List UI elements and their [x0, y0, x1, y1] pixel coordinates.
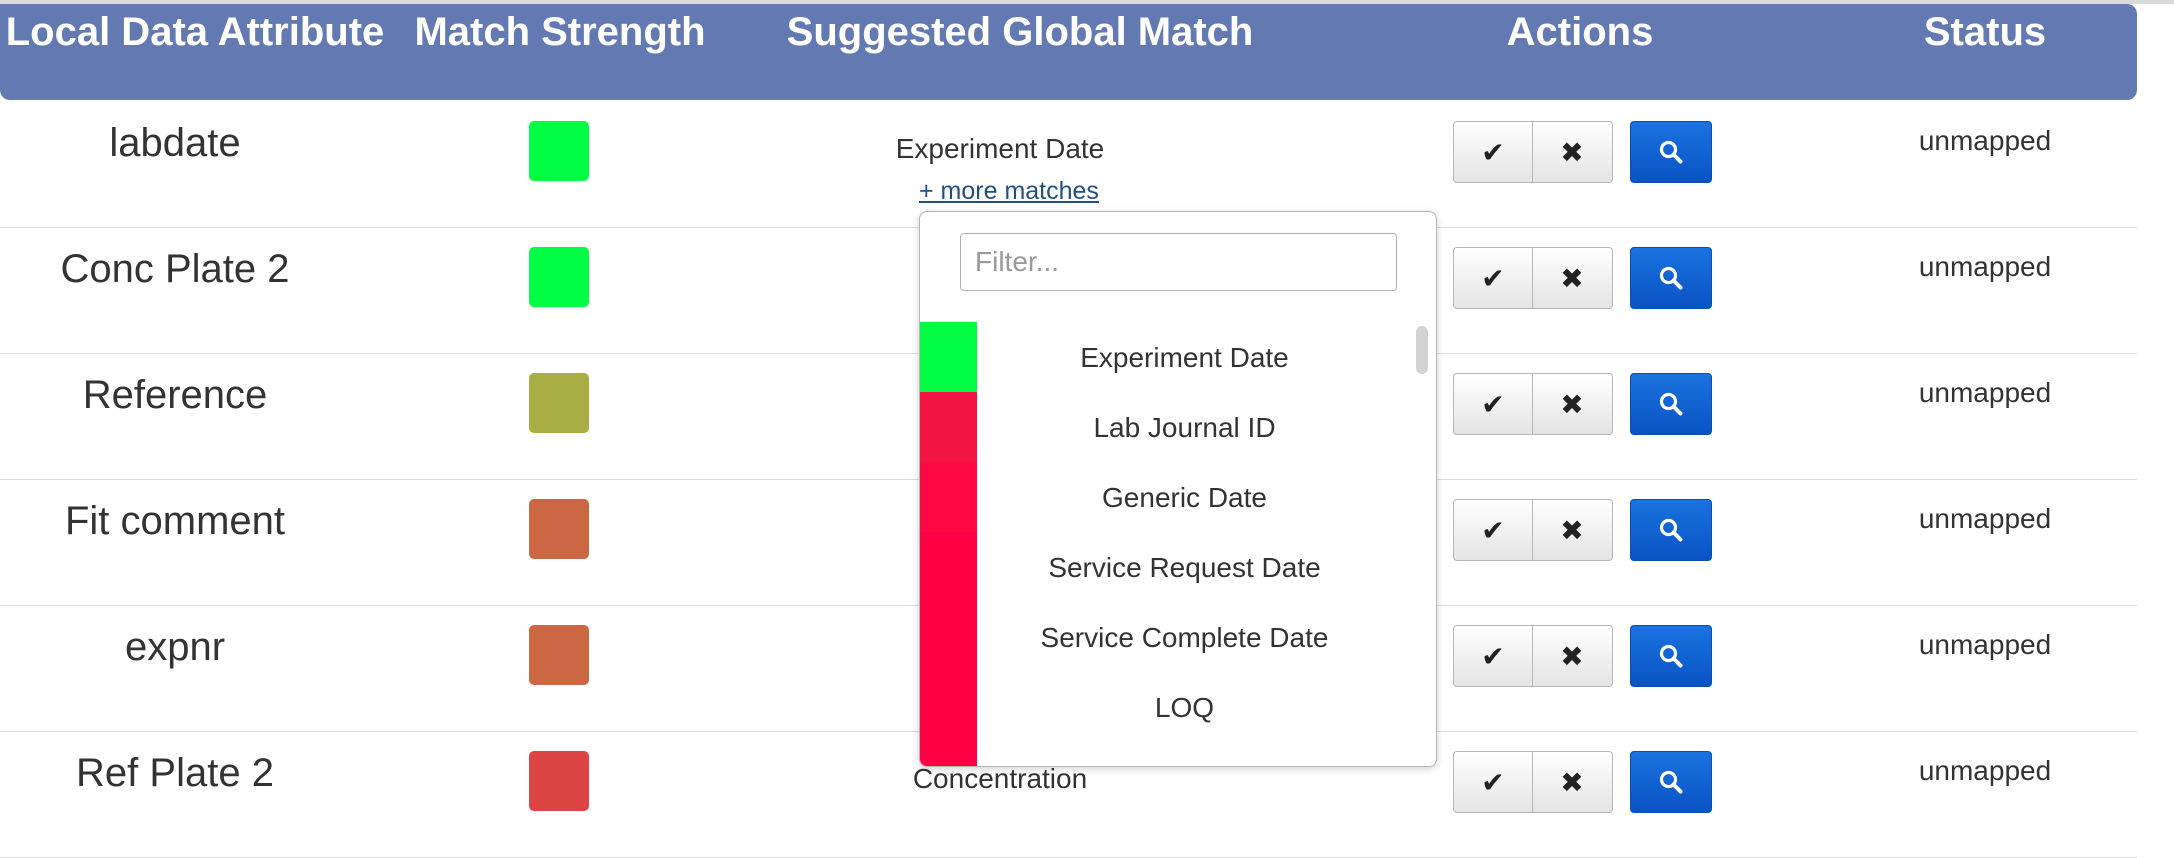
option-strength-swatch [920, 742, 977, 766]
table-header: Local Data Attribute Match Strength Sugg… [0, 4, 2137, 100]
more-matches-dropdown: Experiment Date Lab Journal ID Generic Dat… [919, 211, 1437, 767]
accept-button[interactable]: ✔ [1454, 374, 1533, 434]
option-strength-swatch [920, 672, 977, 742]
accept-button[interactable]: ✔ [1454, 500, 1533, 560]
status-label: unmapped [1918, 503, 2052, 534]
match-strength-swatch [529, 625, 589, 685]
option-label: Generic Date [1102, 482, 1267, 513]
close-icon: ✖ [1560, 136, 1584, 168]
suggested-match: Experiment Date [895, 133, 1105, 164]
local-attribute-name: Fit comment [64, 499, 286, 543]
accept-button[interactable]: ✔ [1454, 248, 1533, 308]
check-icon: ✔ [1481, 514, 1505, 546]
search-button[interactable] [1630, 499, 1712, 561]
match-option[interactable]: Service Complete Date [920, 602, 1420, 672]
dropdown-scrollbar[interactable] [1416, 326, 1428, 374]
option-strength-swatch [920, 532, 977, 602]
option-label: Service Complete Date [1040, 622, 1329, 653]
reject-button[interactable]: ✖ [1533, 248, 1611, 308]
search-icon [1659, 518, 1683, 542]
match-option[interactable]: Generic Date [920, 462, 1420, 532]
check-icon: ✔ [1481, 262, 1505, 294]
status-label: unmapped [1918, 629, 2052, 660]
match-options-list: Experiment Date Lab Journal ID Generic Dat… [920, 322, 1420, 766]
accept-button[interactable]: ✔ [1454, 626, 1533, 686]
match-strength-swatch [529, 247, 589, 307]
close-icon: ✖ [1560, 262, 1584, 294]
local-attribute-name: expnr [124, 625, 226, 669]
option-label: Lab Journal ID [1093, 412, 1276, 443]
more-matches-link[interactable]: + more matches [919, 174, 1099, 208]
search-button[interactable] [1630, 751, 1712, 813]
option-strength-swatch [920, 602, 977, 672]
match-strength-swatch [529, 373, 589, 433]
match-option[interactable]: Experiment Date [920, 322, 1420, 392]
status-label: unmapped [1918, 377, 2052, 408]
filter-input[interactable] [960, 233, 1397, 291]
local-attribute-name: Reference [82, 373, 268, 417]
accept-reject-group: ✔ ✖ [1453, 751, 1613, 813]
search-button[interactable] [1630, 625, 1712, 687]
match-option[interactable]: LOQ [920, 672, 1420, 742]
match-strength-swatch [529, 751, 589, 811]
search-button[interactable] [1630, 247, 1712, 309]
search-icon [1659, 392, 1683, 416]
search-icon [1659, 266, 1683, 290]
check-icon: ✔ [1481, 766, 1505, 798]
option-strength-swatch [920, 322, 977, 392]
close-icon: ✖ [1560, 640, 1584, 672]
accept-reject-group: ✔ ✖ [1453, 373, 1613, 435]
status-label: unmapped [1918, 755, 2052, 786]
header-match-strength: Match Strength [414, 10, 706, 54]
option-strength-swatch [920, 392, 977, 462]
header-status: Status [1923, 10, 2047, 54]
header-local-data-attribute: Local Data Attribute [5, 10, 385, 54]
accept-button[interactable]: ✔ [1454, 122, 1533, 182]
table-row: labdate Experiment Date ✔ ✖ unmapped [0, 101, 2137, 228]
match-option[interactable] [920, 742, 1420, 766]
local-attribute-name: Conc Plate 2 [60, 247, 290, 291]
header-suggested-global-match: Suggested Global Match [786, 10, 1254, 54]
reject-button[interactable]: ✖ [1533, 626, 1611, 686]
search-icon [1659, 140, 1683, 164]
status-label: unmapped [1918, 251, 2052, 282]
search-icon [1659, 644, 1683, 668]
close-icon: ✖ [1560, 388, 1584, 420]
option-label: Experiment Date [1080, 342, 1289, 373]
accept-reject-group: ✔ ✖ [1453, 121, 1613, 183]
close-icon: ✖ [1560, 514, 1584, 546]
check-icon: ✔ [1481, 136, 1505, 168]
search-button[interactable] [1630, 373, 1712, 435]
accept-reject-group: ✔ ✖ [1453, 625, 1613, 687]
reject-button[interactable]: ✖ [1533, 752, 1611, 812]
check-icon: ✔ [1481, 640, 1505, 672]
close-icon: ✖ [1560, 766, 1584, 798]
search-button[interactable] [1630, 121, 1712, 183]
accept-reject-group: ✔ ✖ [1453, 499, 1613, 561]
local-attribute-name: labdate [109, 121, 241, 165]
match-strength-swatch [529, 499, 589, 559]
check-icon: ✔ [1481, 388, 1505, 420]
reject-button[interactable]: ✖ [1533, 122, 1611, 182]
match-option[interactable]: Lab Journal ID [920, 392, 1420, 462]
option-strength-swatch [920, 462, 977, 532]
accept-button[interactable]: ✔ [1454, 752, 1533, 812]
match-option[interactable]: Service Request Date [920, 532, 1420, 602]
header-actions: Actions [1506, 10, 1654, 54]
option-label: LOQ [1154, 692, 1215, 723]
reject-button[interactable]: ✖ [1533, 374, 1611, 434]
local-attribute-name: Ref Plate 2 [76, 751, 274, 795]
search-icon [1659, 770, 1683, 794]
status-label: unmapped [1918, 125, 2052, 156]
accept-reject-group: ✔ ✖ [1453, 247, 1613, 309]
match-strength-swatch [529, 121, 589, 181]
option-label: Service Request Date [1048, 552, 1321, 583]
reject-button[interactable]: ✖ [1533, 500, 1611, 560]
